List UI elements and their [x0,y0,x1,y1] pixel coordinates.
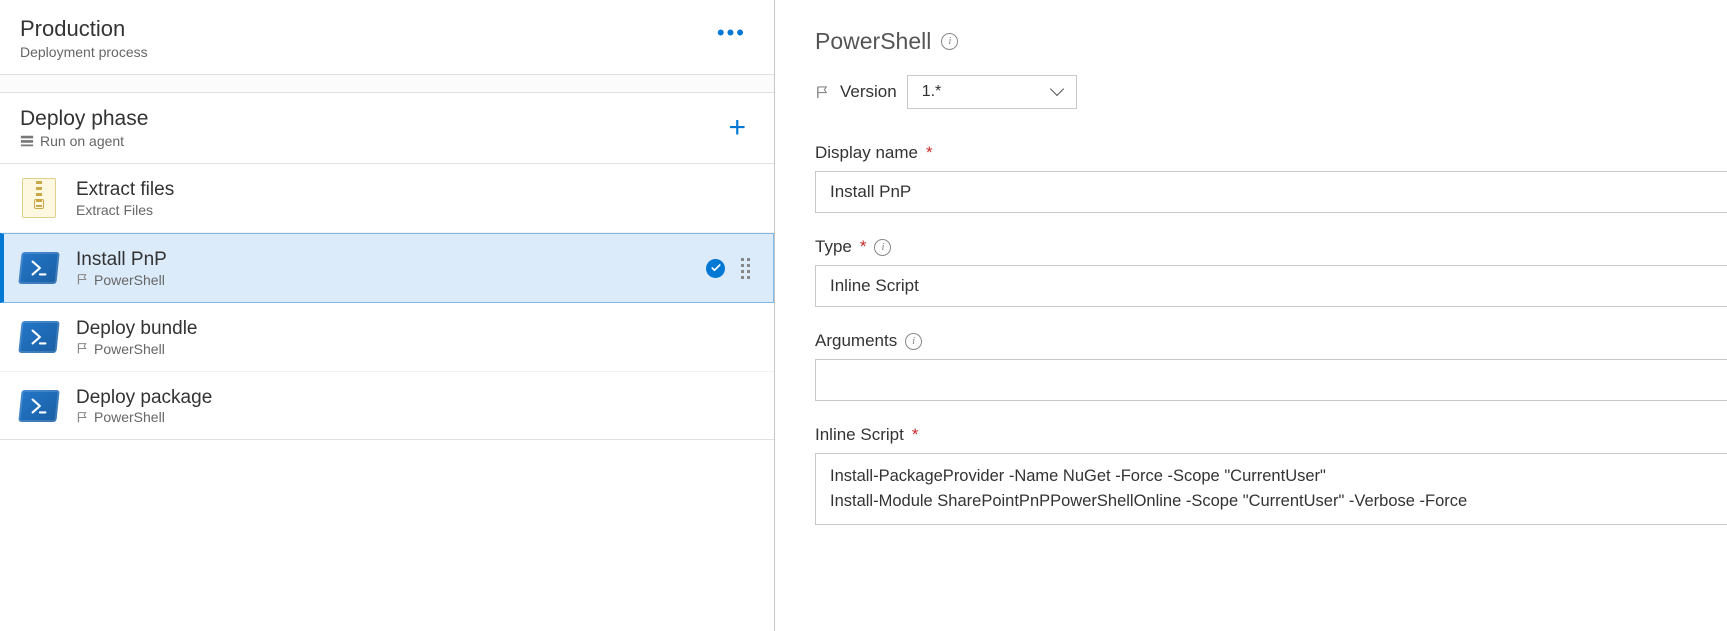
task-list: Extract files Extract Files Install PnP … [0,164,774,440]
stage-header: Production Deployment process ••• [0,0,774,75]
field-display-name: Display name * [815,143,1727,213]
arguments-input[interactable] [815,359,1727,401]
phase-subtitle: Run on agent [20,133,148,149]
required-asterisk: * [912,425,919,445]
more-icon: ••• [717,20,746,45]
flag-icon [76,273,89,286]
task-type-label: PowerShell [94,272,165,288]
phase-title: Deploy phase [20,107,148,131]
field-inline-script: Inline Script * Install-PackageProvider … [815,425,1727,525]
more-button[interactable]: ••• [709,16,754,44]
task-type: PowerShell [76,341,754,357]
field-type: Type * i [815,237,1727,307]
field-arguments: Arguments i [815,331,1727,401]
task-name: Deploy bundle [76,317,754,341]
inline-script-input[interactable]: Install-PackageProvider -Name NuGet -For… [815,453,1727,525]
task-type: Extract Files [76,202,754,218]
required-asterisk: * [926,143,933,163]
task-row[interactable]: Deploy bundle PowerShell [0,303,774,372]
selected-check-icon [706,259,725,278]
agent-icon [20,134,34,148]
phase-run-on-label: Run on agent [40,133,124,149]
task-type: PowerShell [76,272,688,288]
stage-titles: Production Deployment process [20,16,148,60]
add-task-button[interactable]: + [720,113,754,143]
powershell-icon [20,318,58,356]
phase-header[interactable]: Deploy phase Run on agent + [0,93,774,164]
task-name: Extract files [76,178,754,202]
task-type-label: PowerShell [94,409,165,425]
app-root: Production Deployment process ••• Deploy… [0,0,1727,631]
stage-subtitle: Deployment process [20,44,148,60]
task-name: Install PnP [76,248,688,272]
task-row[interactable]: Install PnP PowerShell [0,233,774,303]
powershell-icon [20,249,58,287]
flag-icon [76,342,89,355]
task-row[interactable]: Deploy package PowerShell [0,372,774,441]
stage-title: Production [20,16,148,42]
task-row[interactable]: Extract files Extract Files [0,164,774,233]
phase-header-left: Deploy phase Run on agent [20,107,148,149]
type-input[interactable] [815,265,1727,307]
task-type-label: PowerShell [94,341,165,357]
display-name-input[interactable] [815,171,1727,213]
task-details-pane: PowerShell i Version 1.* Display name * … [775,0,1727,631]
zip-archive-icon [20,179,58,217]
panel-title: PowerShell [815,28,931,55]
task-name: Deploy package [76,386,754,410]
task-row-actions [706,258,753,279]
info-icon[interactable]: i [905,333,922,350]
tasks-pane: Production Deployment process ••• Deploy… [0,0,775,631]
task-type: PowerShell [76,409,754,425]
panel-title-row: PowerShell i [815,28,1727,55]
version-value: 1.* [922,83,942,100]
version-row: Version 1.* [815,75,1727,109]
plus-icon: + [728,111,746,144]
required-asterisk: * [860,237,867,257]
arguments-label: Arguments [815,331,897,351]
info-icon[interactable]: i [941,33,958,50]
type-label: Type [815,237,852,257]
powershell-icon [20,387,58,425]
separator-gap [0,75,774,93]
info-icon[interactable]: i [874,239,891,256]
version-select[interactable]: 1.* [907,75,1077,109]
inline-script-label: Inline Script [815,425,904,445]
flag-icon [76,411,89,424]
version-label: Version [840,82,897,102]
flag-icon [815,85,830,100]
display-name-label: Display name [815,143,918,163]
drag-handle-icon[interactable] [741,258,753,279]
